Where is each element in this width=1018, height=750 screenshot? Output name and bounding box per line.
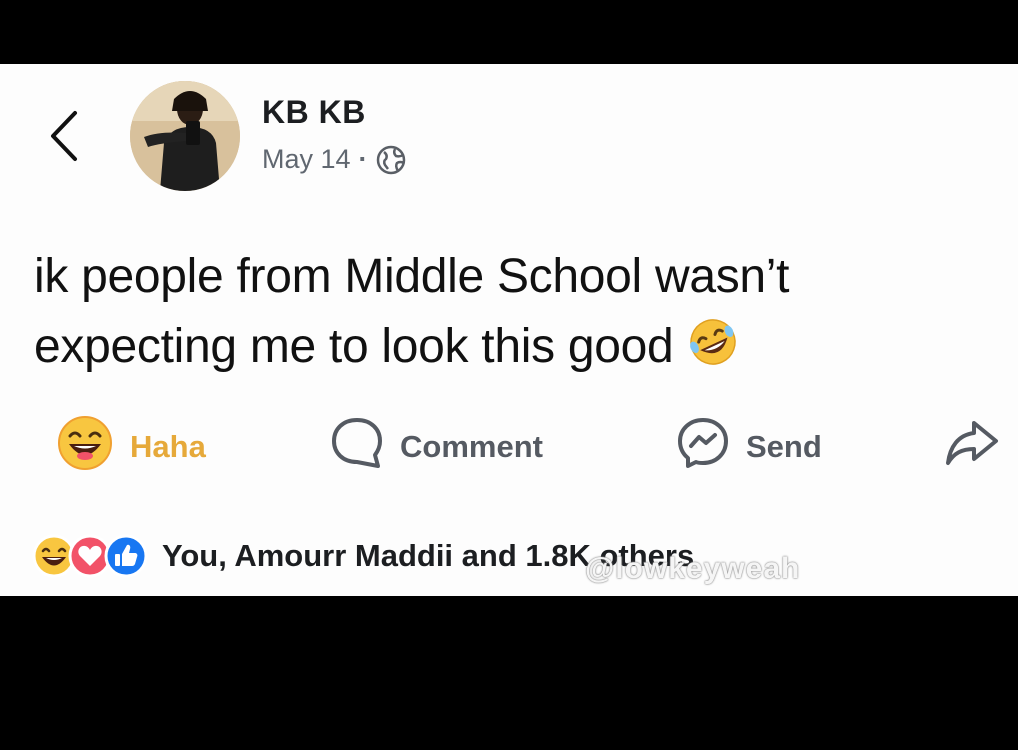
- send-label: Send: [746, 429, 822, 464]
- meta-separator: ·: [358, 144, 368, 174]
- post-meta: May 14 ·: [262, 144, 406, 175]
- rolling-on-floor-laughing-emoji-icon: [683, 316, 743, 388]
- globe-icon: [376, 145, 406, 175]
- post-text-line-1: ik people from Middle School wasn’t: [34, 250, 790, 303]
- facebook-post: KB KB May 14 · ik people from Middle Sch…: [0, 64, 1018, 596]
- like-reaction-icon: [104, 534, 148, 578]
- tiktok-watermark: @lowkeyweah: [585, 552, 801, 585]
- messenger-icon: [676, 416, 730, 478]
- send-button[interactable]: Send: [676, 417, 822, 477]
- haha-reaction-button[interactable]: Haha: [56, 414, 206, 480]
- post-date[interactable]: May 14: [262, 144, 351, 175]
- chevron-left-icon: [49, 110, 79, 167]
- back-button[interactable]: [44, 108, 84, 168]
- haha-emoji-icon: [56, 414, 114, 480]
- post-text-line-2: expecting me to look this good: [34, 312, 994, 388]
- share-button[interactable]: [944, 417, 1000, 477]
- haha-label: Haha: [130, 429, 206, 464]
- comment-label: Comment: [400, 429, 543, 464]
- share-arrow-icon: [944, 419, 1000, 475]
- post-text: ik people from Middle School wasn’t expe…: [34, 242, 994, 388]
- reaction-icons: [32, 534, 148, 578]
- author-name[interactable]: KB KB: [262, 94, 366, 131]
- author-avatar[interactable]: [130, 81, 240, 191]
- comment-bubble-icon: [330, 416, 384, 478]
- comment-button[interactable]: Comment: [330, 417, 543, 477]
